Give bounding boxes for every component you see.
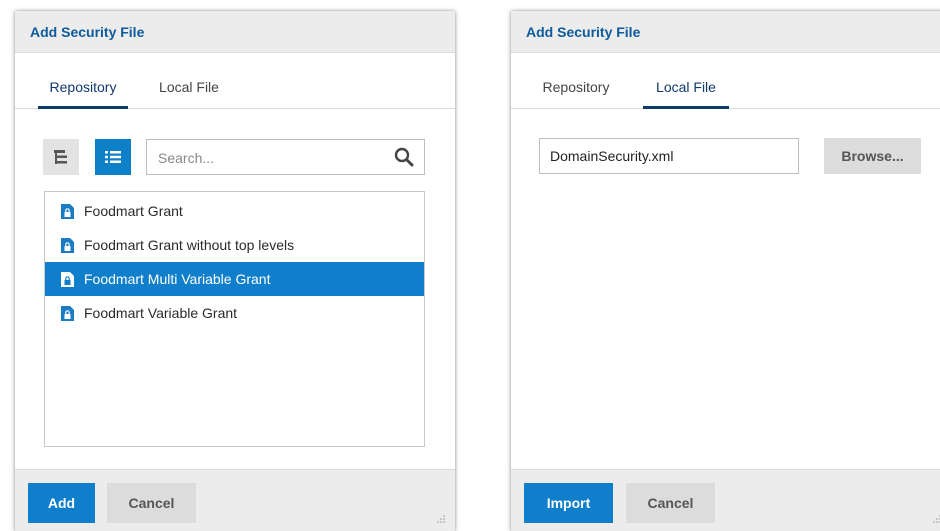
file-path-field[interactable]: DomainSecurity.xml <box>539 138 799 174</box>
search-icon[interactable] <box>394 147 414 167</box>
file-list: Foodmart Grant Foodmart Grant without to… <box>44 191 425 447</box>
tab-bar: Repository Local File <box>15 65 455 109</box>
resize-grip-icon[interactable] <box>933 515 940 523</box>
import-button[interactable]: Import <box>524 483 613 523</box>
file-name: Foodmart Grant <box>84 203 183 219</box>
tab-repository[interactable]: Repository <box>531 65 621 109</box>
tab-bar: Repository Local File <box>511 65 940 109</box>
file-list-item-selected[interactable]: Foodmart Multi Variable Grant <box>45 262 424 296</box>
tree-view-icon <box>54 150 67 164</box>
search-input[interactable] <box>156 140 390 176</box>
tab-local-file[interactable]: Local File <box>149 65 229 109</box>
secure-file-icon <box>61 305 74 321</box>
tab-repository[interactable]: Repository <box>38 65 128 109</box>
resize-grip-icon[interactable] <box>437 515 445 523</box>
file-list-item[interactable]: Foodmart Variable Grant <box>45 296 424 330</box>
secure-file-icon <box>61 203 74 219</box>
browse-button[interactable]: Browse... <box>824 138 921 174</box>
search-box <box>146 139 425 176</box>
dialog-title: Add Security File <box>526 23 641 40</box>
secure-file-icon <box>61 237 74 253</box>
add-security-file-dialog-repository: Add Security File Repository Local File <box>15 11 455 531</box>
dialog-header: Add Security File <box>511 11 940 53</box>
dialog-title: Add Security File <box>30 23 145 40</box>
cancel-button[interactable]: Cancel <box>626 483 715 523</box>
add-security-file-dialog-local-file: Add Security File Repository Local File … <box>511 11 940 531</box>
secure-file-icon <box>61 271 74 287</box>
file-name: Foodmart Variable Grant <box>84 305 238 321</box>
file-name: Foodmart Grant without top levels <box>84 237 295 253</box>
tab-local-file[interactable]: Local File <box>643 65 729 109</box>
file-list-item[interactable]: Foodmart Grant without top levels <box>45 228 424 262</box>
add-button[interactable]: Add <box>28 483 95 523</box>
cancel-button[interactable]: Cancel <box>107 483 196 523</box>
file-list-item[interactable]: Foodmart Grant <box>45 194 424 228</box>
file-name: Foodmart Multi Variable Grant <box>84 271 271 287</box>
dialog-header: Add Security File <box>15 11 455 53</box>
tree-view-button[interactable] <box>43 139 79 175</box>
list-view-button[interactable] <box>95 139 131 175</box>
list-view-icon <box>105 151 121 163</box>
